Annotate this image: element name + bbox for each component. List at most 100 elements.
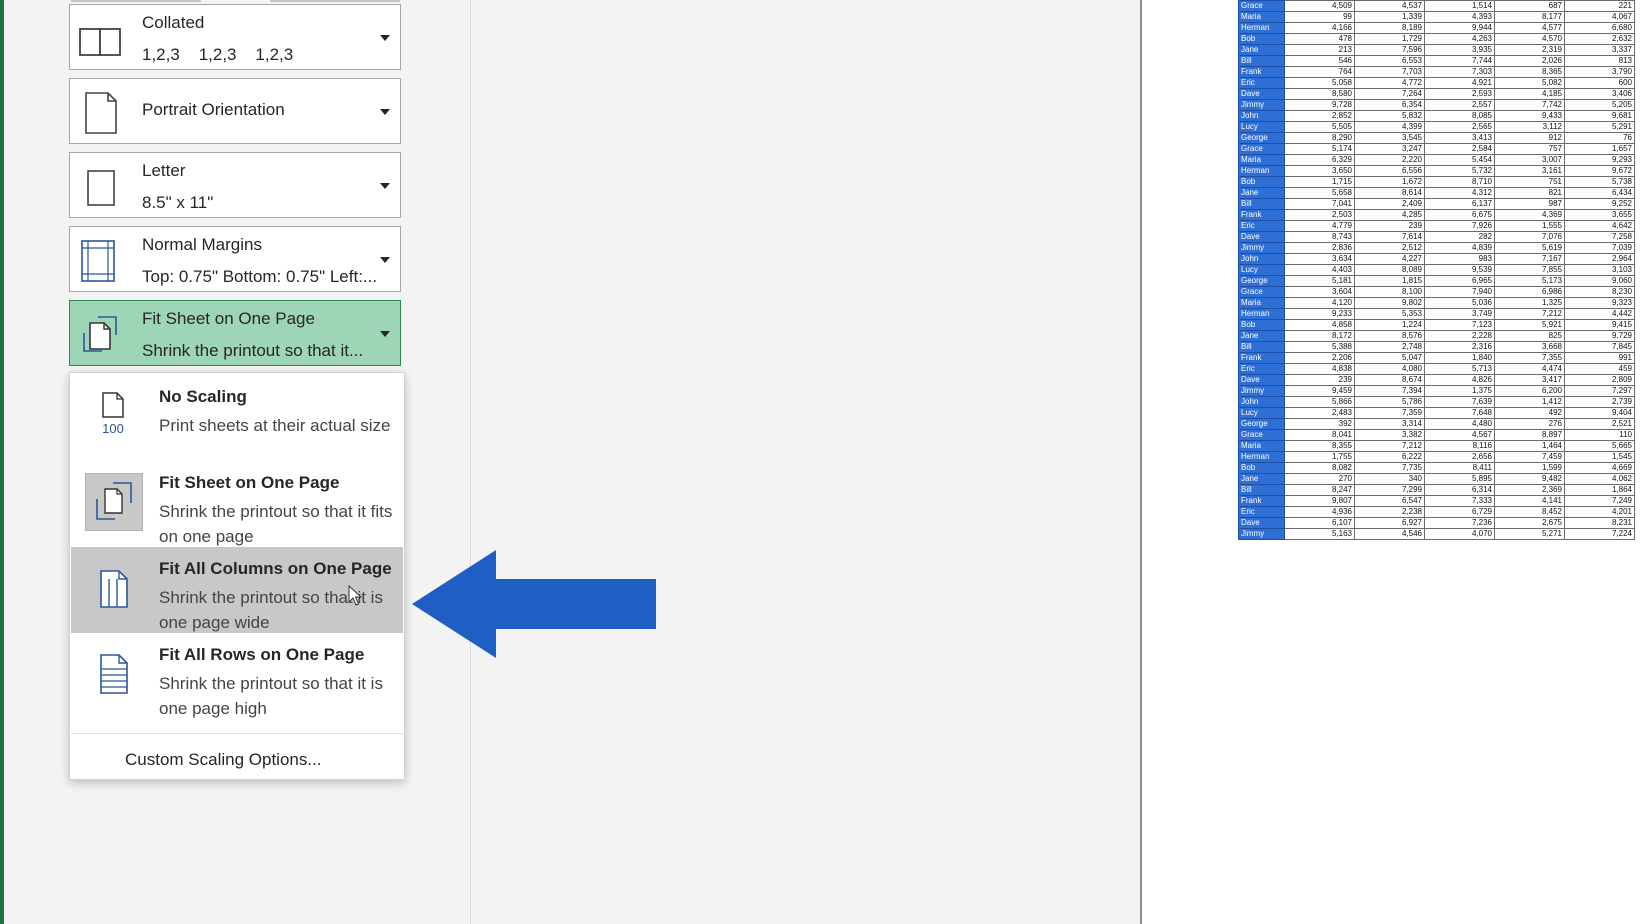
value-cell: 1,864 xyxy=(1564,484,1635,496)
value-cell: 4,577 xyxy=(1494,22,1565,34)
value-cell: 4,399 xyxy=(1354,121,1425,133)
menu-item-no-scaling[interactable]: 100 No Scaling Print sheets at their act… xyxy=(71,375,403,461)
value-cell: 825 xyxy=(1494,330,1565,342)
value-cell: 3,935 xyxy=(1424,44,1495,56)
value-cell: 5,832 xyxy=(1354,110,1425,122)
value-cell: 1,555 xyxy=(1494,220,1565,232)
table-row: Jane 8,172 8,576 2,228 825 9,729 xyxy=(1238,330,1635,342)
chevron-down-icon[interactable] xyxy=(380,35,390,41)
value-cell: 5,271 xyxy=(1494,528,1565,540)
scaling-setting[interactable]: Fit Sheet on One Page Shrink the printou… xyxy=(69,300,401,366)
name-cell: Jane xyxy=(1238,44,1285,56)
value-cell: 4,779 xyxy=(1284,220,1355,232)
table-row: Maria 6,329 2,220 5,454 3,007 9,293 xyxy=(1238,154,1635,166)
value-cell: 1,339 xyxy=(1354,11,1425,23)
paper-size-setting[interactable]: Letter 8.5" x 11" xyxy=(69,152,401,218)
value-cell: 9,802 xyxy=(1354,297,1425,309)
paper-size-subtitle: 8.5" x 11" xyxy=(142,193,214,212)
value-cell: 1,729 xyxy=(1354,33,1425,45)
value-cell: 9,681 xyxy=(1564,110,1635,122)
name-cell: Jimmy xyxy=(1238,99,1285,111)
value-cell: 813 xyxy=(1564,55,1635,67)
value-cell: 2,739 xyxy=(1564,396,1635,408)
name-cell: Eric xyxy=(1238,506,1285,518)
value-cell: 4,838 xyxy=(1284,363,1355,375)
value-cell: 4,263 xyxy=(1424,33,1495,45)
name-cell: Grace xyxy=(1238,0,1285,12)
value-cell: 3,161 xyxy=(1494,165,1565,177)
collation-setting[interactable]: Collated 1,2,3 1,2,3 1,2,3 xyxy=(69,4,401,70)
name-cell: George xyxy=(1238,132,1285,144)
value-cell: 2,593 xyxy=(1424,88,1495,100)
name-cell: Grace xyxy=(1238,143,1285,155)
table-row: Herman 4,166 8,189 9,944 4,577 6,680 xyxy=(1238,22,1635,34)
chevron-down-icon[interactable] xyxy=(380,331,390,337)
name-cell: Lucy xyxy=(1238,407,1285,419)
value-cell: 3,337 xyxy=(1564,44,1635,56)
table-row: Lucy 5,505 4,399 2,565 3,112 5,291 xyxy=(1238,121,1635,133)
value-cell: 213 xyxy=(1284,44,1355,56)
value-cell: 3,314 xyxy=(1354,418,1425,430)
scaling-subtitle: Shrink the printout so that it... xyxy=(142,341,364,360)
value-cell: 7,855 xyxy=(1494,264,1565,276)
menu-item-fit-rows[interactable]: Fit All Rows on One Page Shrink the prin… xyxy=(71,633,403,719)
value-cell: 4,546 xyxy=(1354,528,1425,540)
table-row: Dave 8,580 7,264 2,593 4,185 3,406 xyxy=(1238,88,1635,100)
value-cell: 2,206 xyxy=(1284,352,1355,364)
name-cell: Lucy xyxy=(1238,121,1285,133)
name-cell: Frank xyxy=(1238,66,1285,78)
value-cell: 2,220 xyxy=(1354,154,1425,166)
custom-scaling-options-link[interactable]: Custom Scaling Options... xyxy=(125,750,322,770)
orientation-setting[interactable]: Portrait Orientation xyxy=(69,78,401,144)
value-cell: 2,656 xyxy=(1424,451,1495,463)
name-cell: Dave xyxy=(1238,231,1285,243)
name-cell: Dave xyxy=(1238,374,1285,386)
value-cell: 821 xyxy=(1494,187,1565,199)
value-cell: 5,665 xyxy=(1564,440,1635,452)
table-row: Frank 9,807 6,547 7,333 4,141 7,249 xyxy=(1238,495,1635,507)
value-cell: 5,058 xyxy=(1284,77,1355,89)
name-cell: Lucy xyxy=(1238,264,1285,276)
value-cell: 2,836 xyxy=(1284,242,1355,254)
value-cell: 3,417 xyxy=(1494,374,1565,386)
value-cell: 1,375 xyxy=(1424,385,1495,397)
value-cell: 7,648 xyxy=(1424,407,1495,419)
value-cell: 6,200 xyxy=(1494,385,1565,397)
table-row: Bill 5,388 2,748 2,316 3,668 7,845 xyxy=(1238,341,1635,353)
value-cell: 4,070 xyxy=(1424,528,1495,540)
value-cell: 7,167 xyxy=(1494,253,1565,265)
print-preview-area xyxy=(471,0,1140,924)
value-cell: 7,333 xyxy=(1424,495,1495,507)
value-cell: 5,921 xyxy=(1494,319,1565,331)
table-row: Maria 4,120 9,802 5,036 1,325 9,323 xyxy=(1238,297,1635,309)
chevron-down-icon[interactable] xyxy=(380,257,390,263)
value-cell: 8,082 xyxy=(1284,462,1355,474)
menu-item-title: Fit All Rows on One Page xyxy=(159,645,365,664)
value-cell: 5,505 xyxy=(1284,121,1355,133)
name-cell: Herman xyxy=(1238,308,1285,320)
table-row: Grace 4,509 4,537 1,514 687 221 xyxy=(1238,0,1635,12)
value-cell: 4,062 xyxy=(1564,473,1635,485)
value-cell: 3,545 xyxy=(1354,132,1425,144)
value-cell: 2,852 xyxy=(1284,110,1355,122)
name-cell: Bill xyxy=(1238,198,1285,210)
print-preview-table: Grace 4,509 4,537 1,514 687 221 Maria 99 1,339 4,… xyxy=(1238,0,1635,540)
value-cell: 7,299 xyxy=(1354,484,1425,496)
value-cell: 983 xyxy=(1424,253,1495,265)
margins-setting[interactable]: Normal Margins Top: 0.75" Bottom: 0.75" … xyxy=(69,226,401,292)
menu-item-fit-sheet[interactable]: Fit Sheet on One Page Shrink the printou… xyxy=(71,461,403,547)
chevron-down-icon[interactable] xyxy=(380,183,390,189)
value-cell: 5,713 xyxy=(1424,363,1495,375)
value-cell: 1,755 xyxy=(1284,451,1355,463)
value-cell: 751 xyxy=(1494,176,1565,188)
chevron-down-icon[interactable] xyxy=(380,109,390,115)
margins-icon xyxy=(81,240,115,282)
table-row: Jimmy 9,459 7,394 1,375 6,200 7,297 xyxy=(1238,385,1635,397)
name-cell: Grace xyxy=(1238,429,1285,441)
value-cell: 4,166 xyxy=(1284,22,1355,34)
value-cell: 7,249 xyxy=(1564,495,1635,507)
value-cell: 5,173 xyxy=(1494,275,1565,287)
value-cell: 5,866 xyxy=(1284,396,1355,408)
table-row: Jane 213 7,596 3,935 2,319 3,337 xyxy=(1238,44,1635,56)
value-cell: 5,082 xyxy=(1494,77,1565,89)
